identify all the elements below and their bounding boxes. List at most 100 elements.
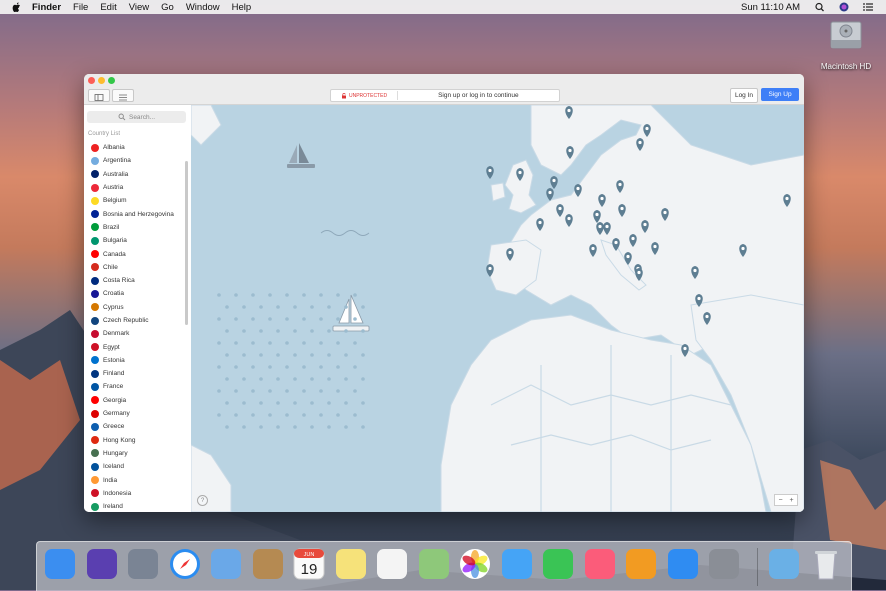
country-list-item[interactable]: Albania [84,141,184,154]
reminders-icon[interactable] [375,547,409,581]
desktop-drive[interactable]: Macintosh HD [816,18,876,71]
country-list-item[interactable]: Iceland [84,460,184,473]
sidebar-toggle-button[interactable] [88,89,110,102]
country-flag-icon [91,276,99,285]
country-flag-icon [91,329,99,338]
menu-file[interactable]: File [73,2,88,13]
server-pin [603,222,611,235]
country-list-item[interactable]: India [84,473,184,486]
signup-button[interactable]: Sign Up [761,88,799,101]
menu-help[interactable]: Help [232,2,252,13]
finder-icon[interactable] [43,547,77,581]
server-pin [783,194,791,207]
country-list-item[interactable]: Costa Rica [84,274,184,287]
country-name: Brazil [103,223,120,231]
country-list-item[interactable]: Indonesia [84,487,184,500]
facetime-icon[interactable] [541,547,575,581]
login-button[interactable]: Log In [730,88,758,103]
country-list-item[interactable]: Greece [84,420,184,433]
server-pin [739,244,747,257]
title-bar: UNPROTECTED Sign up or log in to continu… [84,74,804,105]
list-view-button[interactable] [112,89,134,102]
zoom-window-button[interactable] [108,77,115,84]
help-button[interactable]: ? [197,495,208,506]
mail-icon[interactable] [209,547,243,581]
ibooks-icon[interactable] [624,547,658,581]
zoom-in-button[interactable]: + [789,497,793,504]
country-list-item[interactable]: Croatia [84,287,184,300]
country-list-item[interactable]: Australia [84,168,184,181]
server-pin [618,204,626,217]
country-list-item[interactable]: Chile [84,261,184,274]
trash-icon[interactable] [809,547,843,581]
search-icon[interactable] [814,2,826,12]
country-list-item[interactable]: Bosnia and Herzegovina [84,207,184,220]
country-list-item[interactable]: Georgia [84,394,184,407]
country-flag-icon [91,316,99,325]
close-window-button[interactable] [88,77,95,84]
search-input[interactable]: Search... [87,111,186,123]
launchpad-icon[interactable] [126,547,160,581]
country-list-item[interactable]: Estonia [84,354,184,367]
country-name: Albania [103,144,125,152]
zoom-out-button[interactable]: − [778,497,782,504]
country-list-item[interactable]: Czech Republic [84,314,184,327]
minimize-window-button[interactable] [98,77,105,84]
country-list-item[interactable]: Belgium [84,194,184,207]
country-list-item[interactable]: Cyprus [84,301,184,314]
country-list-item[interactable]: Hungary [84,447,184,460]
country-list-item[interactable]: Bulgaria [84,234,184,247]
safari-icon[interactable] [168,547,202,581]
messages-icon[interactable] [500,547,534,581]
country-list-item[interactable]: France [84,380,184,393]
country-list-item[interactable]: Hong Kong [84,434,184,447]
server-pin [546,188,554,201]
country-list-item[interactable]: Austria [84,181,184,194]
maps-icon[interactable] [417,547,451,581]
country-flag-icon [91,409,99,418]
siri-icon[interactable] [838,2,850,12]
menu-edit[interactable]: Edit [100,2,116,13]
country-list-item[interactable]: Ireland [84,500,184,512]
status-text: UNPROTECTED [349,92,388,99]
country-list-item[interactable]: Argentina [84,154,184,167]
apple-menu-icon[interactable] [12,2,22,12]
server-pin [556,204,564,217]
app-store-icon[interactable] [666,547,700,581]
country-flag-icon [91,196,99,205]
sidebar-scrollbar[interactable] [185,161,188,325]
menu-go[interactable]: Go [161,2,174,13]
server-pin [661,208,669,221]
contacts-icon[interactable] [251,547,285,581]
menu-window[interactable]: Window [186,2,220,13]
country-flag-icon [91,223,99,232]
notes-icon[interactable] [334,547,368,581]
calendar-icon[interactable]: JUN 19 [292,547,326,581]
country-list-item[interactable]: Brazil [84,221,184,234]
lock-open-icon [342,92,346,98]
server-pin [651,242,659,255]
system-preferences-icon[interactable] [707,547,741,581]
country-name: Georgia [103,396,127,404]
server-map[interactable]: ? − + [191,105,804,512]
country-name: Argentina [103,157,131,165]
itunes-icon[interactable] [583,547,617,581]
banner-separator [397,91,399,100]
notification-center-icon[interactable] [862,2,874,12]
siri-icon[interactable] [85,547,119,581]
country-name: Hungary [103,449,128,457]
country-list-item[interactable]: Canada [84,247,184,260]
country-list-item[interactable]: Finland [84,367,184,380]
country-flag-icon [91,263,99,272]
country-list-item[interactable]: Denmark [84,327,184,340]
menu-view[interactable]: View [129,2,149,13]
country-flag-icon [91,489,99,498]
country-name: Cyprus [103,303,124,311]
country-list-item[interactable]: Egypt [84,340,184,353]
menubar-clock[interactable]: Sun 11:10 AM [741,2,800,13]
country-list-item[interactable]: Germany [84,407,184,420]
menu-app-name[interactable]: Finder [32,2,61,13]
photos-icon[interactable] [458,547,492,581]
downloads-icon[interactable] [767,547,801,581]
dock-separator [757,548,758,586]
